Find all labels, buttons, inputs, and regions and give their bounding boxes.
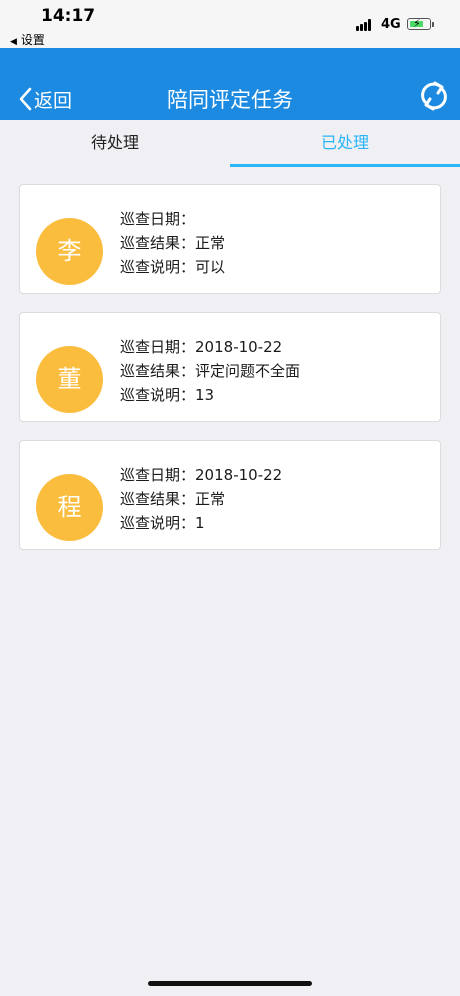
date-label: 巡查日期： bbox=[120, 466, 196, 484]
chevron-left-icon bbox=[19, 87, 32, 111]
tab-bar: 待处理 已处理 bbox=[0, 120, 460, 167]
result-value: 评定问题不全面 bbox=[195, 362, 301, 380]
card-info: 巡查日期： 巡查结果：正常 巡查说明：可以 bbox=[120, 207, 225, 279]
note-label: 巡查说明： bbox=[120, 258, 196, 276]
date-row: 巡查日期：2018-10-22 bbox=[120, 335, 300, 359]
network-type: 4G bbox=[381, 17, 401, 32]
result-value: 正常 bbox=[195, 234, 226, 252]
date-label: 巡查日期： bbox=[120, 210, 196, 228]
status-back-label: 设置 bbox=[20, 33, 45, 47]
refresh-button[interactable] bbox=[417, 79, 451, 113]
avatar: 李 bbox=[36, 218, 103, 285]
status-bar: 14:17 ◀ 设置 4G ⚡ bbox=[0, 0, 460, 48]
status-time: 14:17 bbox=[41, 6, 96, 26]
result-label: 巡查结果： bbox=[120, 362, 196, 380]
status-back-to-app[interactable]: ◀ 设置 bbox=[10, 31, 45, 48]
card-info: 巡查日期：2018-10-22 巡查结果：评定问题不全面 巡查说明：13 bbox=[120, 335, 300, 407]
app-screen: 14:17 ◀ 设置 4G ⚡ 返回 陪同评定任务 待处理 已处理 李 巡查日期… bbox=[0, 0, 460, 996]
record-card[interactable]: 程 巡查日期：2018-10-22 巡查结果：正常 巡查说明：1 bbox=[19, 440, 441, 550]
nav-bar: 返回 陪同评定任务 bbox=[0, 48, 460, 120]
note-value: 1 bbox=[195, 514, 205, 532]
date-value: 2018-10-22 bbox=[195, 338, 283, 356]
result-row: 巡查结果：正常 bbox=[120, 231, 225, 255]
battery-tip bbox=[432, 22, 434, 27]
note-value: 可以 bbox=[195, 258, 226, 276]
signal-icon bbox=[356, 19, 374, 31]
card-info: 巡查日期：2018-10-22 巡查结果：正常 巡查说明：1 bbox=[120, 463, 282, 535]
back-label: 返回 bbox=[34, 89, 73, 112]
note-value: 13 bbox=[195, 386, 215, 404]
note-row: 巡查说明：可以 bbox=[120, 255, 225, 279]
tab-pending[interactable]: 待处理 bbox=[0, 120, 230, 167]
result-value: 正常 bbox=[195, 490, 226, 508]
date-row: 巡查日期： bbox=[120, 207, 225, 231]
refresh-icon bbox=[421, 81, 447, 111]
tab-done[interactable]: 已处理 bbox=[230, 120, 460, 167]
record-card[interactable]: 李 巡查日期： 巡查结果：正常 巡查说明：可以 bbox=[19, 184, 441, 294]
home-indicator[interactable] bbox=[148, 981, 312, 986]
result-label: 巡查结果： bbox=[120, 490, 196, 508]
active-tab-indicator bbox=[230, 164, 460, 167]
record-card[interactable]: 董 巡查日期：2018-10-22 巡查结果：评定问题不全面 巡查说明：13 bbox=[19, 312, 441, 422]
bolt-icon: ⚡ bbox=[413, 17, 421, 30]
avatar: 董 bbox=[36, 346, 103, 413]
note-row: 巡查说明：13 bbox=[120, 383, 300, 407]
note-label: 巡查说明： bbox=[120, 514, 196, 532]
date-label: 巡查日期： bbox=[120, 338, 196, 356]
result-row: 巡查结果：评定问题不全面 bbox=[120, 359, 300, 383]
date-value: 2018-10-22 bbox=[195, 466, 283, 484]
note-row: 巡查说明：1 bbox=[120, 511, 282, 535]
back-triangle-icon: ◀ bbox=[10, 37, 17, 47]
note-label: 巡查说明： bbox=[120, 386, 196, 404]
back-button[interactable]: 返回 bbox=[18, 86, 72, 112]
date-row: 巡查日期：2018-10-22 bbox=[120, 463, 282, 487]
avatar: 程 bbox=[36, 474, 103, 541]
result-row: 巡查结果：正常 bbox=[120, 487, 282, 511]
result-label: 巡查结果： bbox=[120, 234, 196, 252]
